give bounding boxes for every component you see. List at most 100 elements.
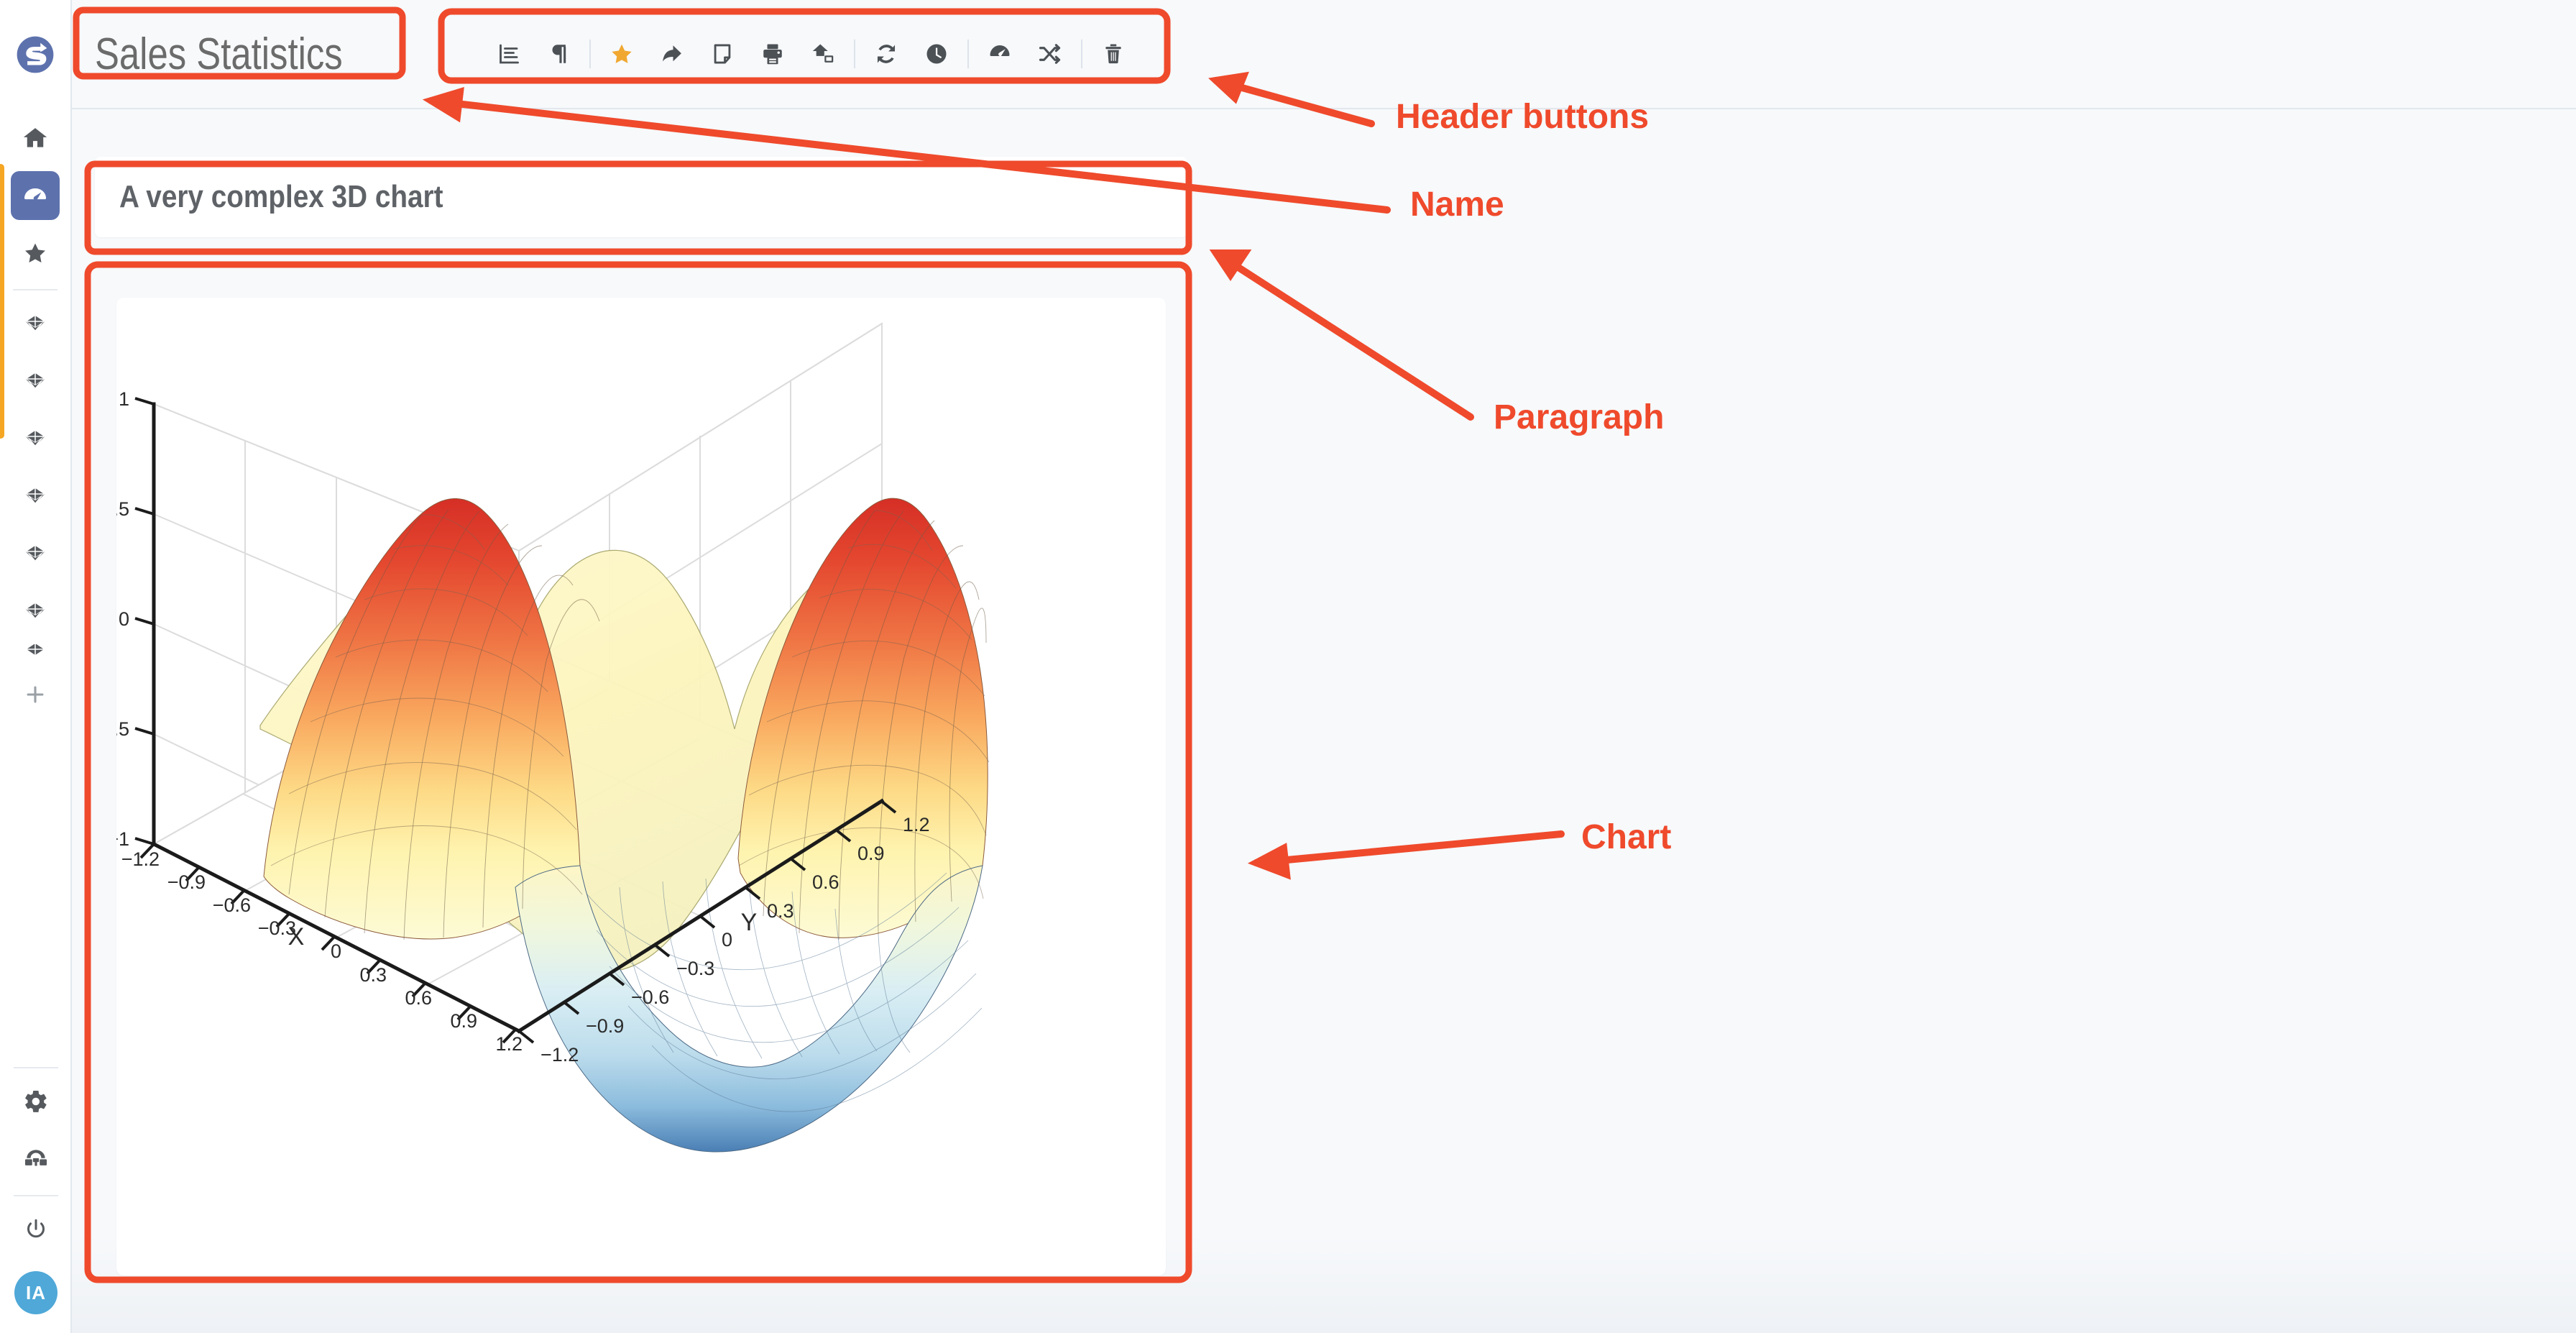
layout-align-icon [500, 44, 520, 64]
paragraph-icon [552, 45, 566, 63]
toolbar-separator-1 [589, 40, 592, 68]
sidebar-divider-bottom-1 [14, 1067, 58, 1068]
svg-text:−1.2: −1.2 [121, 848, 160, 870]
surface-chart-3d: 1 0.5 0 −0.5 −1 −1.2 −0.9 −0.6 −0.3 0 0.… [116, 322, 990, 1153]
share-button[interactable] [647, 29, 697, 79]
sidebar-item-dashboard-7[interactable] [11, 644, 60, 663]
dashboard-content: A very complex 3D chart 1 5 0 5 1 −1.2 −… [72, 109, 2576, 1333]
svg-text:0.9: 0.9 [857, 843, 885, 864]
svg-text:0: 0 [722, 929, 732, 950]
hub-icon [24, 544, 46, 562]
gauge-button[interactable] [975, 29, 1025, 79]
svg-text:−0.9: −0.9 [586, 1015, 624, 1037]
export-icon [813, 44, 834, 63]
export-button[interactable] [798, 29, 848, 79]
header-buttons-toolbar [483, 29, 1138, 79]
sidebar-divider-bottom-2 [14, 1195, 58, 1196]
favorite-star-button[interactable] [597, 29, 647, 79]
print-button[interactable] [748, 29, 798, 79]
svg-text:0: 0 [331, 940, 341, 962]
svg-text:0.9: 0.9 [450, 1010, 477, 1032]
svg-text:−1: −1 [116, 828, 129, 850]
sidebar-item-connections[interactable] [12, 1135, 60, 1183]
sidebar-item-settings[interactable] [12, 1077, 60, 1126]
share-icon [663, 45, 682, 62]
top-bar: Sales Statistics [72, 0, 2576, 109]
chart-widget[interactable]: 1 0.5 0 −0.5 −1 −1.2 −0.9 −0.6 −0.3 0 0.… [116, 298, 1166, 1275]
hub-icon [24, 314, 46, 331]
svg-text:1: 1 [119, 388, 129, 410]
gauge-icon [990, 45, 1010, 57]
app-logo[interactable] [0, 0, 70, 109]
svg-text:0.3: 0.3 [767, 900, 794, 922]
sidebar-item-dashboard[interactable] [11, 171, 60, 220]
favorite-star-icon [612, 44, 632, 63]
svg-text:1.2: 1.2 [495, 1033, 523, 1055]
svg-text:−0.3: −0.3 [676, 958, 714, 979]
sidebar-item-home[interactable] [11, 114, 60, 162]
sidebar-item-dashboard-2[interactable] [11, 357, 60, 406]
svg-text:−0.6: −0.6 [631, 986, 669, 1008]
refresh-button[interactable] [861, 29, 911, 79]
sidebar-scrollbar[interactable] [0, 164, 4, 439]
print-icon [763, 44, 783, 65]
gear-icon [25, 1091, 47, 1112]
refresh-icon [878, 45, 896, 63]
sidebar-item-dashboard-1[interactable] [11, 299, 60, 348]
home-icon [23, 128, 47, 147]
sidebar-item-favorites[interactable] [11, 229, 60, 278]
x-axis-label: X [288, 923, 305, 950]
paragraph-text: A very complex 3D chart [119, 179, 443, 214]
note-icon [714, 44, 731, 64]
sidebar-item-dashboard-5[interactable] [11, 529, 60, 578]
clock-icon [926, 44, 947, 64]
plus-icon [27, 686, 44, 703]
sidebar-item-dashboard-4[interactable] [11, 472, 60, 521]
svg-text:0: 0 [119, 608, 129, 630]
synergy-logo-icon [17, 36, 54, 73]
shuffle-button[interactable] [1025, 29, 1075, 79]
power-icon [27, 1219, 45, 1238]
sidebar-bottom: IA [0, 1060, 72, 1333]
svg-text:−0.6: −0.6 [213, 894, 251, 916]
note-button[interactable] [697, 29, 748, 79]
gauge-icon [24, 188, 46, 201]
sidebar-add-dashboard-button[interactable] [11, 670, 60, 719]
toolbar-separator-2 [854, 40, 856, 68]
svg-text:0.3: 0.3 [359, 964, 387, 986]
trash-icon [1105, 44, 1122, 64]
sidebar-item-dashboard-3[interactable] [11, 414, 60, 463]
y-axis-label: Y [741, 909, 758, 936]
svg-text:−0.9: −0.9 [167, 871, 206, 893]
chart-surface [259, 498, 990, 1153]
toolbar-separator-3 [967, 40, 970, 68]
delete-button[interactable] [1088, 29, 1138, 79]
page-title: Sales Statistics [95, 29, 343, 79]
sidebar-item-dashboard-6[interactable] [11, 587, 60, 636]
paragraph-widget[interactable]: A very complex 3D chart [95, 157, 1187, 237]
svg-text:0.6: 0.6 [405, 987, 432, 1009]
sidebar: IA [0, 0, 72, 1333]
hub-icon [24, 429, 46, 446]
hub-icon [24, 602, 46, 619]
sidebar-divider-top [13, 289, 58, 290]
toolbar-separator-4 [1081, 40, 1083, 68]
app-root: IA Sales Statistics A very complex 3D ch… [0, 0, 2576, 1333]
clock-button[interactable] [911, 29, 962, 79]
layout-align-button[interactable] [483, 29, 533, 79]
sidebar-nav [0, 109, 70, 723]
svg-text:1.2: 1.2 [903, 814, 930, 835]
svg-text:−1.2: −1.2 [540, 1044, 579, 1066]
hub-icon [24, 644, 46, 656]
svg-text:0.5: 0.5 [116, 498, 129, 520]
sidebar-item-logout[interactable] [12, 1205, 60, 1254]
hub-icon [24, 487, 46, 504]
paragraph-button[interactable] [533, 29, 584, 79]
star-icon [25, 243, 45, 263]
bridge-icon [24, 1150, 47, 1166]
svg-text:0.6: 0.6 [812, 871, 840, 893]
shuffle-icon [1039, 44, 1061, 64]
hub-icon [24, 372, 46, 389]
avatar[interactable]: IA [14, 1271, 58, 1314]
svg-text:−0.5: −0.5 [116, 718, 129, 740]
